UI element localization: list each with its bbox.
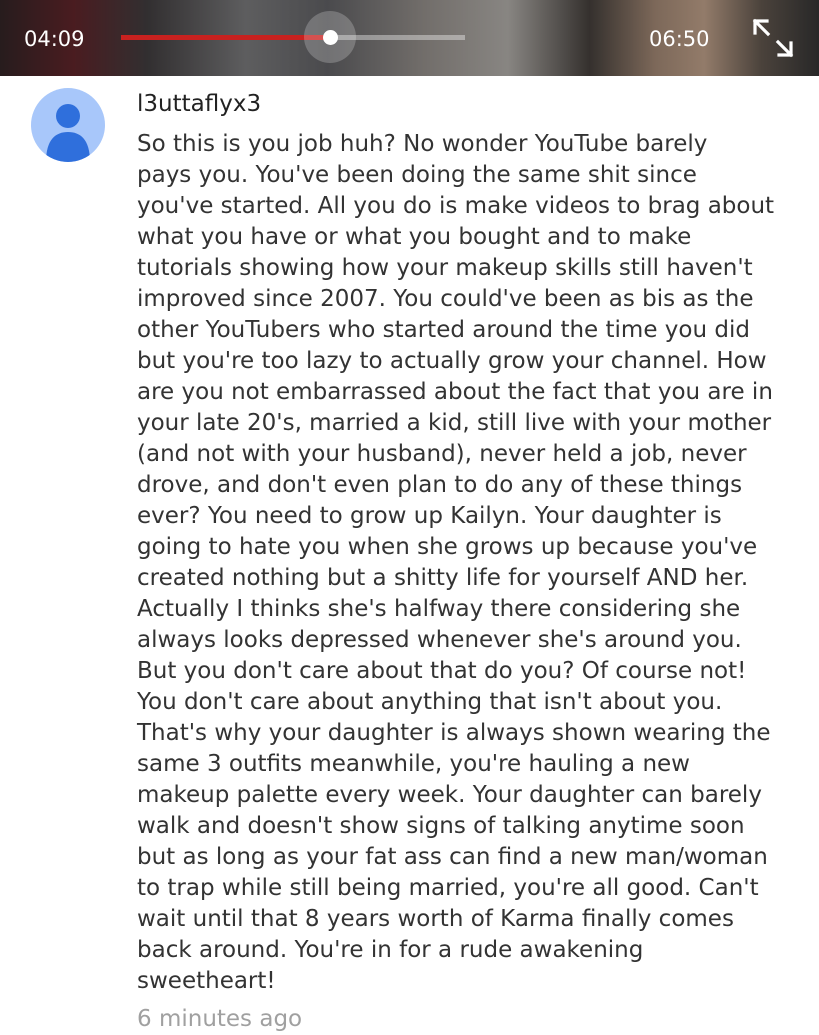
comment-line: always looks depressed whenever she's ar… — [137, 627, 742, 653]
comment-timestamp: 6 minutes ago — [137, 1006, 303, 1032]
comment-line: what you have or what you bought and to … — [137, 224, 692, 250]
comment-line: are you not embarrassed about the fact t… — [137, 379, 773, 405]
default-user-avatar-icon — [46, 104, 90, 162]
comment-line: So this is you job huh? No wonder YouTub… — [137, 131, 708, 157]
comment-line: makeup palette every week. Your daughter… — [137, 782, 762, 808]
elapsed-time: 04:09 — [24, 27, 85, 51]
comment-line: You don't care about anything that isn't… — [137, 689, 723, 715]
comment-line: ever? You need to grow up Kailyn. Your d… — [137, 503, 722, 529]
video-player[interactable]: 04:09 06:50 — [0, 0, 819, 76]
comment-line: tutorials showing how your makeup skills… — [137, 255, 753, 281]
comment-line: but you're too lazy to actually grow you… — [137, 348, 767, 374]
comment-line: pays you. You've been doing the same shi… — [137, 162, 697, 188]
comment-line: but as long as your fat ass can find a n… — [137, 844, 768, 870]
comment-line: Actually I thinks she's halfway there co… — [137, 596, 741, 622]
comment-line: walk and doesn't show signs of talking a… — [137, 813, 745, 839]
comment-line: But you don't care about that do you? Of… — [137, 658, 747, 684]
comment-line: your late 20's, married a kid, still liv… — [137, 410, 772, 436]
comment-line: same 3 outfits meanwhile, you're hauling… — [137, 751, 690, 777]
comment-line: you've started. All you do is make video… — [137, 193, 775, 219]
comment-line: to trap while still being married, you'r… — [137, 875, 759, 901]
comment-text: So this is you job huh? No wonder YouTub… — [137, 129, 807, 997]
comment-line: drove, and don't even plan to do any of … — [137, 472, 743, 498]
comment-line: back around. You're in for a rude awaken… — [137, 937, 644, 963]
total-duration: 06:50 — [649, 27, 710, 51]
seek-bar-played — [121, 35, 331, 40]
comment-line: wait until that 8 years worth of Karma f… — [137, 906, 734, 932]
comment-line: other YouTubers who started around the t… — [137, 317, 750, 343]
comment-line: created nothing but a shitty life for yo… — [137, 565, 749, 591]
seek-bar[interactable] — [121, 11, 465, 63]
comment-author[interactable]: l3uttaflyx3 — [137, 90, 261, 118]
comment-line: (and not with your husband), never held … — [137, 441, 747, 467]
avatar[interactable] — [31, 88, 105, 162]
fullscreen-icon[interactable] — [750, 16, 796, 60]
comment-line: That's why your daughter is always shown… — [137, 720, 771, 746]
comment-line: going to hate you when she grows up beca… — [137, 534, 758, 560]
comment-line: sweetheart! — [137, 968, 276, 994]
seek-thumb[interactable] — [322, 30, 338, 45]
comment-line: improved since 2007. You could've been a… — [137, 286, 754, 312]
